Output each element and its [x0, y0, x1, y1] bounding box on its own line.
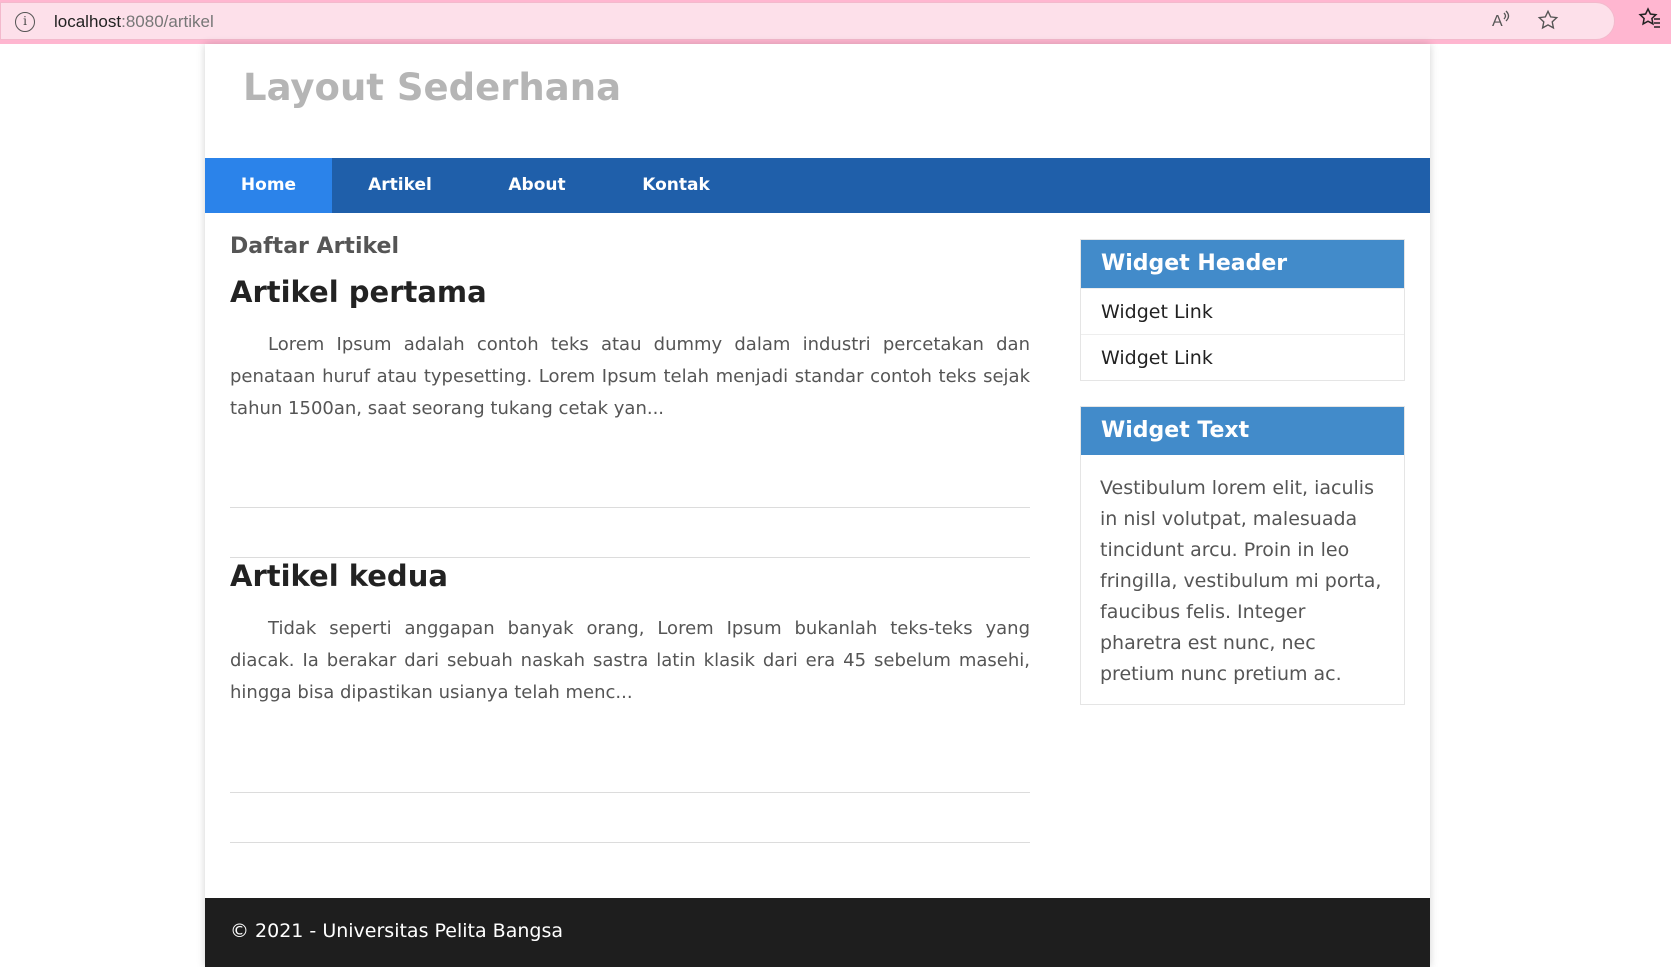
star-icon[interactable]: [1534, 9, 1562, 37]
main-navbar: Home Artikel About Kontak: [205, 158, 1430, 213]
nav-item-home[interactable]: Home: [205, 158, 332, 213]
divider: [230, 842, 1030, 843]
widget-link[interactable]: Widget Link: [1081, 288, 1404, 334]
page-container: Layout Sederhana Home Artikel About Kont…: [205, 44, 1430, 967]
widget-text: Widget Text Vestibulum lorem elit, iacul…: [1080, 406, 1405, 705]
widget-link[interactable]: Widget Link: [1081, 334, 1404, 380]
article-title[interactable]: Artikel pertama: [230, 275, 487, 309]
url-host: localhost: [54, 12, 122, 31]
browser-toolbar: i localhost:8080/artikel A: [0, 0, 1671, 44]
article-excerpt: Lorem Ipsum adalah contoh teks atau dumm…: [230, 334, 1030, 419]
url-text[interactable]: localhost:8080/artikel: [54, 12, 214, 32]
divider: [230, 507, 1030, 508]
widget-body-text: Vestibulum lorem elit, iaculis in nisl v…: [1100, 477, 1382, 685]
widget-header: Widget Header: [1081, 240, 1404, 288]
footer-text: © 2021 - Universitas Pelita Bangsa: [230, 920, 563, 942]
svg-text:A: A: [1492, 13, 1503, 30]
nav-item-artikel[interactable]: Artikel: [332, 158, 468, 213]
article-excerpt: Tidak seperti anggapan banyak orang, Lor…: [230, 618, 1030, 703]
url-path: :8080/artikel: [121, 12, 214, 31]
article-title[interactable]: Artikel kedua: [230, 559, 448, 593]
address-bar[interactable]: i localhost:8080/artikel A: [0, 2, 1615, 40]
divider: [230, 557, 1030, 558]
site-title: Layout Sederhana: [243, 66, 622, 109]
widget-header: Widget Text: [1081, 407, 1404, 455]
read-aloud-icon[interactable]: A: [1487, 9, 1515, 37]
widget-links: Widget Header Widget Link Widget Link: [1080, 239, 1405, 381]
section-heading: Daftar Artikel: [230, 234, 399, 259]
nav-item-about[interactable]: About: [468, 158, 606, 213]
info-icon[interactable]: i: [15, 12, 35, 32]
footer: © 2021 - Universitas Pelita Bangsa: [205, 898, 1430, 967]
nav-item-kontak[interactable]: Kontak: [606, 158, 746, 213]
favorites-icon[interactable]: [1636, 6, 1664, 34]
divider: [230, 792, 1030, 793]
